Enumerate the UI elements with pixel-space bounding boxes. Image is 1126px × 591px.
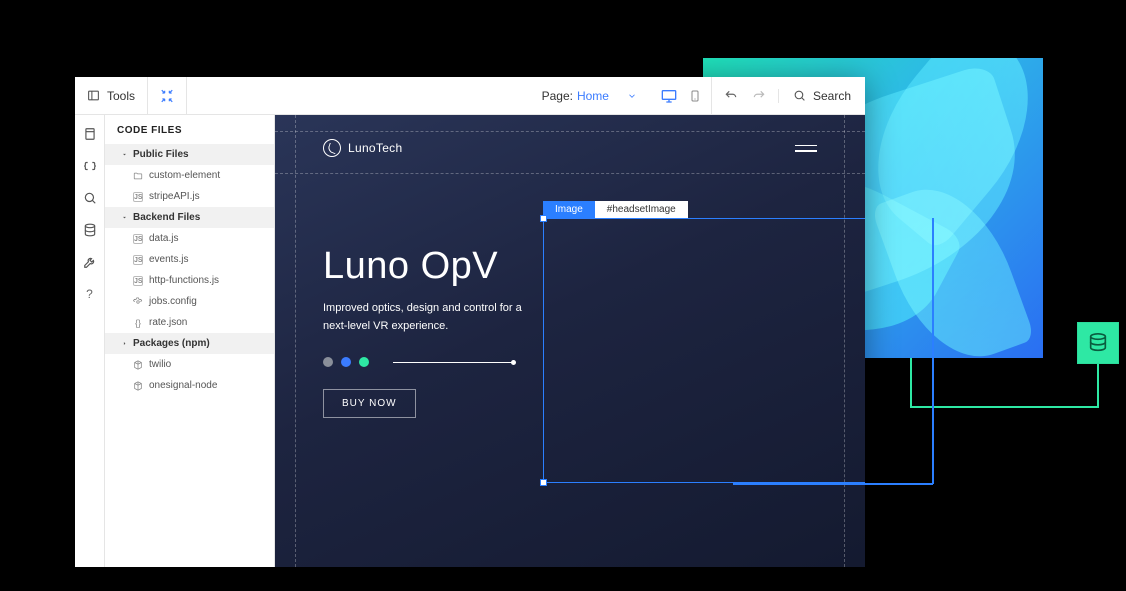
selection-type-tag[interactable]: Image — [543, 201, 595, 218]
selection-tags: Image #headsetImage — [543, 201, 688, 218]
chevron-down-icon — [627, 91, 637, 101]
color-dot-2[interactable] — [341, 357, 351, 367]
pages-icon[interactable] — [83, 127, 97, 141]
color-dot-1[interactable] — [323, 357, 333, 367]
collapse-icon — [160, 89, 174, 103]
toolbar-right: Search — [712, 77, 865, 114]
file-http-functions[interactable]: JS http-functions.js — [105, 270, 274, 291]
database-icon — [1087, 332, 1109, 354]
search-button[interactable]: Search — [779, 89, 865, 103]
code-files-sidebar: CODE FILES Public Files custom-element J… — [105, 115, 275, 567]
hero-title: Luno OpV — [323, 245, 523, 288]
file-jobs-config[interactable]: jobs.config — [105, 291, 274, 312]
group-public-files[interactable]: Public Files — [105, 144, 274, 165]
selection-id-tag[interactable]: #headsetImage — [595, 201, 688, 218]
connector-line — [1097, 364, 1099, 408]
resize-handle-nw[interactable] — [540, 215, 547, 222]
connector-line — [910, 358, 912, 408]
color-dots — [323, 357, 523, 367]
help-icon[interactable]: ? — [83, 287, 97, 301]
undo-icon[interactable] — [724, 89, 738, 103]
tools-rail-icon[interactable] — [83, 255, 97, 269]
file-stripeapi[interactable]: JS stripeAPI.js — [105, 186, 274, 207]
color-dot-3[interactable] — [359, 357, 369, 367]
folder-icon — [133, 171, 143, 181]
file-events-js[interactable]: JS events.js — [105, 249, 274, 270]
site-logo[interactable]: LunoTech — [323, 139, 402, 157]
hamburger-menu[interactable] — [795, 145, 817, 152]
group-packages[interactable]: Packages (npm) — [105, 333, 274, 354]
js-icon: JS — [133, 255, 143, 265]
undo-redo-group — [712, 89, 779, 103]
icon-rail: ? — [75, 115, 105, 567]
package-icon — [133, 381, 143, 391]
json-icon: {} — [133, 318, 143, 328]
progress-line — [393, 362, 513, 363]
js-icon: JS — [133, 234, 143, 244]
package-icon — [133, 360, 143, 370]
connector-line-blue — [932, 218, 934, 484]
group-backend-files[interactable]: Backend Files — [105, 207, 274, 228]
caret-down-icon — [121, 151, 128, 158]
search-rail-icon[interactable] — [83, 191, 97, 205]
pkg-onesignal[interactable]: onesignal-node — [105, 375, 274, 396]
buy-now-button[interactable]: BUY NOW — [323, 389, 416, 418]
sidebar-title: CODE FILES — [105, 115, 274, 144]
resize-handle-sw[interactable] — [540, 479, 547, 486]
selection-outline[interactable] — [543, 218, 865, 483]
panel-icon — [87, 89, 100, 102]
collapse-button[interactable] — [148, 77, 187, 114]
search-icon — [793, 89, 806, 102]
connector-line-blue — [733, 483, 933, 485]
caret-right-icon — [121, 340, 128, 347]
search-label: Search — [813, 89, 851, 103]
page-selector[interactable]: Home — [577, 89, 609, 103]
code-icon[interactable] — [83, 159, 97, 173]
database-badge[interactable] — [1077, 322, 1119, 364]
redo-icon[interactable] — [752, 89, 766, 103]
pkg-twilio[interactable]: twilio — [105, 354, 274, 375]
hero-section: Luno OpV Improved optics, design and con… — [323, 245, 523, 418]
caret-down-icon — [121, 214, 128, 221]
editor-window: Tools Page: Home Search — [75, 77, 865, 567]
desktop-icon[interactable] — [661, 88, 677, 104]
file-rate-json[interactable]: {} rate.json — [105, 312, 274, 333]
file-data-js[interactable]: JS data.js — [105, 228, 274, 249]
connector-line — [910, 406, 1097, 408]
site-header: LunoTech — [323, 139, 817, 157]
database-rail-icon[interactable] — [83, 223, 97, 237]
toolbar-center: Page: Home — [187, 77, 651, 114]
logo-mark-icon — [323, 139, 341, 157]
design-canvas[interactable]: LunoTech Luno OpV Improved optics, desig… — [275, 115, 865, 567]
js-icon: JS — [133, 192, 143, 202]
page-label: Page: — [542, 89, 573, 103]
device-switcher — [651, 77, 712, 114]
tools-label: Tools — [107, 89, 135, 103]
tools-button[interactable]: Tools — [75, 77, 148, 114]
js-icon: JS — [133, 276, 143, 286]
config-icon — [133, 297, 143, 307]
mobile-icon[interactable] — [689, 88, 701, 104]
hero-subtitle: Improved optics, design and control for … — [323, 300, 523, 335]
file-custom-element[interactable]: custom-element — [105, 165, 274, 186]
brand-name: LunoTech — [348, 141, 402, 155]
top-toolbar: Tools Page: Home Search — [75, 77, 865, 115]
